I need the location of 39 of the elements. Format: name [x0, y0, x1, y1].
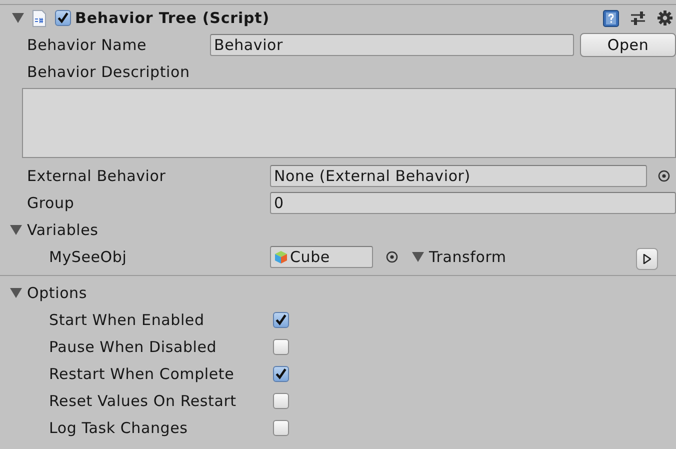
field-label: Behavior Name	[27, 36, 148, 54]
checkbox[interactable]	[273, 420, 289, 436]
cube-icon	[274, 250, 288, 264]
option-label: Log Task Changes	[49, 418, 189, 436]
checkbox[interactable]	[273, 312, 289, 328]
help-book-icon[interactable]	[603, 10, 619, 26]
settings-icon[interactable]	[657, 10, 673, 26]
disclosure-triangle-icon[interactable]	[10, 286, 22, 298]
play-icon	[643, 254, 651, 264]
object-field[interactable]: None (External Behavior)	[270, 164, 647, 186]
type-label: Transform	[429, 248, 506, 266]
option-label: Start When Enabled	[49, 310, 206, 328]
disclosure-triangle-icon[interactable]	[12, 12, 24, 24]
checkbox[interactable]	[273, 338, 289, 354]
component-title: Behavior Tree (Script)	[75, 9, 270, 27]
open-button[interactable]: Open	[580, 32, 676, 56]
field-label: External Behavior	[27, 166, 167, 184]
section-label: Options	[27, 284, 87, 302]
disclosure-triangle-icon[interactable]	[10, 224, 22, 236]
expand-button[interactable]	[636, 248, 658, 270]
number-field[interactable]: 0	[270, 192, 676, 214]
disclosure-triangle-icon[interactable]	[412, 250, 424, 262]
checkbox[interactable]	[273, 392, 289, 408]
script-file-icon	[32, 10, 46, 26]
option-label: Restart When Complete	[49, 364, 236, 382]
option-label: Pause When Disabled	[49, 338, 218, 356]
text-field[interactable]: Behavior	[210, 34, 574, 56]
option-label: Reset Values On Restart	[49, 392, 238, 410]
variable-name: MySeeObj	[49, 248, 128, 266]
checkbox[interactable]	[273, 366, 289, 382]
sliders-icon[interactable]	[630, 10, 646, 26]
section-label: Variables	[27, 220, 98, 238]
description-field[interactable]	[22, 88, 676, 158]
field-label: Group	[27, 194, 76, 212]
object-picker-icon[interactable]	[658, 170, 670, 182]
field-label: Behavior Description	[27, 62, 190, 80]
object-picker-icon[interactable]	[386, 250, 398, 262]
object-field[interactable]: Cube	[270, 246, 373, 268]
checkbox[interactable]	[55, 10, 71, 26]
